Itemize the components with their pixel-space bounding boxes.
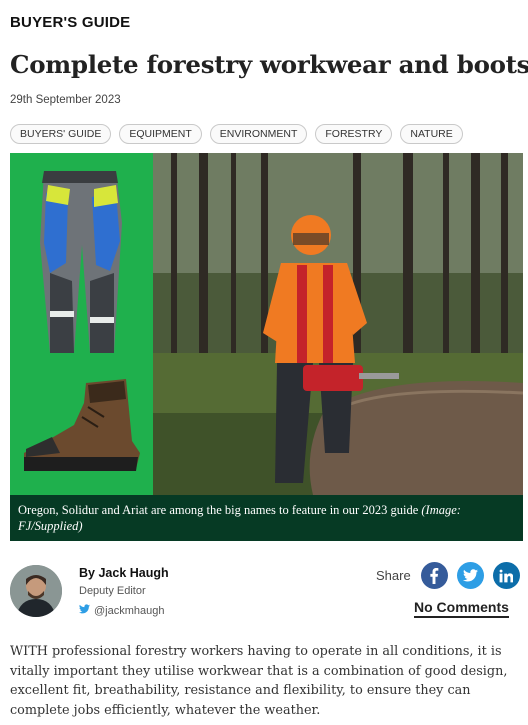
author-name[interactable]: Jack Haugh (98, 566, 168, 580)
twitter-handle[interactable]: @jackmhaugh (94, 605, 164, 617)
linkedin-share-button[interactable] (492, 562, 520, 589)
author-role: Deputy Editor (79, 585, 146, 597)
facebook-share-button[interactable] (420, 562, 448, 589)
image-caption: Oregon, Solidur and Ariat are among the … (10, 495, 523, 541)
tag-buyers-guide[interactable]: BUYERS' GUIDE (10, 124, 112, 144)
facebook-icon (430, 567, 439, 584)
comments-link[interactable]: No Comments (414, 599, 509, 618)
twitter-icon (462, 569, 478, 582)
article-lead-paragraph: WITH professional forestry workers havin… (10, 644, 508, 718)
linkedin-icon (499, 569, 514, 582)
tag-forestry[interactable]: FORESTRY (315, 124, 393, 144)
tag-environment[interactable]: ENVIRONMENT (209, 124, 308, 144)
author-avatar[interactable] (10, 565, 62, 617)
author-twitter-link[interactable]: @jackmhaugh (79, 604, 164, 617)
workwear-products-illustration (24, 171, 140, 471)
tag-list: BUYERS' GUIDE EQUIPMENT ENVIRONMENT FORE… (10, 124, 463, 144)
work-boot-image (24, 379, 140, 471)
product-panel (10, 153, 153, 495)
twitter-share-button[interactable] (456, 562, 484, 589)
share-bar: Share (376, 562, 520, 589)
forest-scene-illustration (153, 153, 523, 495)
byline-prefix: By (79, 566, 95, 580)
caption-text: Oregon, Solidur and Ariat are among the … (18, 503, 419, 517)
hero-figure: Oregon, Solidur and Ariat are among the … (10, 153, 523, 541)
chainsaw-trousers-image (40, 171, 122, 353)
author-byline[interactable]: By Jack Haugh (79, 566, 169, 580)
publish-date: 29th September 2023 (10, 94, 121, 106)
forestry-worker-photo (153, 153, 523, 495)
author-portrait (10, 565, 62, 617)
share-label: Share (376, 568, 411, 583)
tag-equipment[interactable]: EQUIPMENT (119, 124, 202, 144)
section-kicker: BUYER'S GUIDE (10, 14, 131, 31)
twitter-bird-icon (79, 604, 90, 617)
tag-nature[interactable]: NATURE (400, 124, 463, 144)
page-title: Complete forestry workwear and boots (10, 50, 528, 79)
